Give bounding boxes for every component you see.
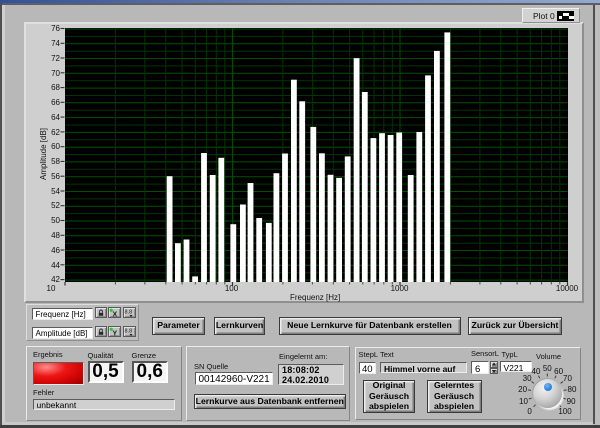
svg-text:8.8: 8.8 [124,328,132,334]
svg-text:8.8: 8.8 [124,309,132,315]
svg-text:Y: Y [113,330,118,337]
svg-text:X: X [113,311,118,318]
